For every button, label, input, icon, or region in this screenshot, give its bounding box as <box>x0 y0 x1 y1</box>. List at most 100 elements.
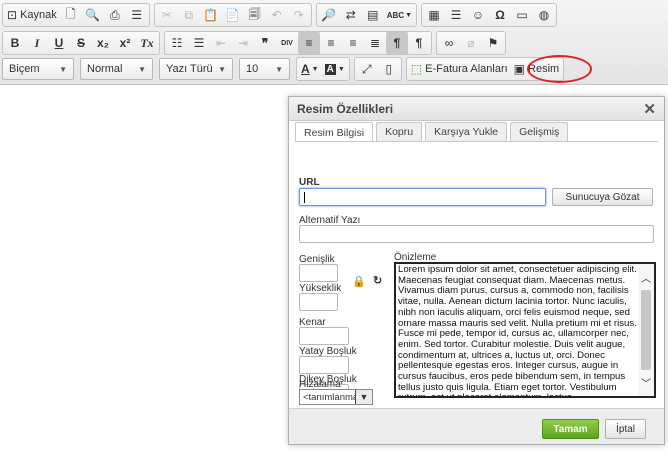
replace-button[interactable]: ⇄ <box>340 4 362 26</box>
chevron-down-icon: ▼ <box>218 64 226 74</box>
paste-text-button[interactable]: 📄 <box>222 4 244 26</box>
tab-label: Karşıya Yukle <box>434 126 499 138</box>
hspace-input[interactable] <box>299 356 349 374</box>
strike-button[interactable]: S <box>70 32 92 54</box>
superscript-icon: x² <box>119 36 131 50</box>
outdent-icon: ⇤ <box>215 36 227 50</box>
spellcheck-button[interactable]: ABC ▼ <box>384 4 415 26</box>
border-input[interactable] <box>299 327 349 345</box>
special-char-button[interactable]: Ω <box>489 4 511 26</box>
underline-button[interactable]: U <box>48 32 70 54</box>
subscript-icon: x₂ <box>96 36 109 50</box>
url-input[interactable] <box>299 188 546 206</box>
source-button[interactable]: ⊡ Kaynak <box>4 4 60 26</box>
italic-icon: I <box>34 35 40 50</box>
width-input[interactable] <box>299 264 338 282</box>
flag-icon: ⚑ <box>487 36 499 50</box>
ltr-icon: ¶ <box>393 36 401 50</box>
font-combo[interactable]: Yazı Türü ▼ <box>159 58 233 80</box>
new-page-button[interactable]: 🗋 <box>60 4 82 26</box>
bulleted-list-icon: ☰ <box>193 36 205 50</box>
italic-button[interactable]: I <box>26 32 48 54</box>
indent-button[interactable]: ⇥ <box>232 32 254 54</box>
tab-image-info[interactable]: Resim Bilgisi <box>295 122 374 142</box>
text-color-button[interactable]: A ▼ <box>298 58 322 80</box>
justify-button[interactable]: ≣ <box>364 32 386 54</box>
reset-size-icon[interactable]: ↻ <box>373 274 382 287</box>
div-button[interactable]: DIV <box>276 32 298 54</box>
chevron-up-icon[interactable]: ︿ <box>641 270 651 285</box>
strike-icon: S <box>76 36 85 50</box>
maximize-button[interactable]: ⤢ <box>356 58 378 80</box>
redo-button[interactable]: ↷ <box>288 4 310 26</box>
rtl-button[interactable]: ¶ <box>408 32 430 54</box>
scrollbar-thumb[interactable] <box>641 290 651 370</box>
cancel-button[interactable]: İptal <box>605 419 646 439</box>
select-all-button[interactable]: ▤ <box>362 4 384 26</box>
preview-scrollbar[interactable]: ︿ ﹀ <box>638 264 654 396</box>
align-center-icon: ≡ <box>327 36 335 50</box>
bg-color-button[interactable]: A ▼ <box>322 58 348 80</box>
print-icon: ⎙ <box>109 7 120 22</box>
paste-word-button[interactable]: 🗐 <box>244 4 266 26</box>
div-icon: DIV <box>281 39 293 47</box>
alt-text-input[interactable] <box>299 225 654 243</box>
dialog-body: Resim Bilgisi Kopru Karşıya Yukle Gelişm… <box>289 121 664 410</box>
tab-advanced[interactable]: Gelişmiş <box>510 122 569 141</box>
show-blocks-button[interactable]: ▯ <box>378 58 400 80</box>
remove-format-button[interactable]: Tx <box>136 32 158 54</box>
cancel-label: İptal <box>616 423 635 435</box>
editing-group: 🔎 ⇄ ▤ ABC ▼ <box>315 3 418 27</box>
anchor-button[interactable]: ⚑ <box>482 32 504 54</box>
globe-button[interactable]: ◍ <box>533 4 555 26</box>
preview-button[interactable]: 🔍 <box>82 4 104 26</box>
tab-link[interactable]: Kopru <box>376 122 423 141</box>
bulleted-list-button[interactable]: ☰ <box>188 32 210 54</box>
size-combo[interactable]: 10 ▼ <box>239 58 290 80</box>
align-center-button[interactable]: ≡ <box>320 32 342 54</box>
align-left-button[interactable]: ≡ <box>298 32 320 54</box>
unlink-button[interactable]: ⌀ <box>460 32 482 54</box>
chevron-down-icon[interactable]: ﹀ <box>641 375 651 390</box>
dialog-titlebar[interactable]: Resim Özellikleri <box>289 97 664 121</box>
browse-server-button[interactable]: Sunucuya Gözat <box>552 188 653 206</box>
dialog-footer: Tamam İptal <box>289 408 664 444</box>
copy-button[interactable]: ⧉ <box>178 4 200 26</box>
align-select[interactable]: <tanımlanmamış> ▼ <box>299 389 373 405</box>
align-right-button[interactable]: ≡ <box>342 32 364 54</box>
smiley-button[interactable]: ☺ <box>467 4 489 26</box>
subscript-button[interactable]: x₂ <box>92 32 114 54</box>
cut-button[interactable]: ✂ <box>156 4 178 26</box>
undo-button[interactable]: ↶ <box>266 4 288 26</box>
ltr-button[interactable]: ¶ <box>386 32 408 54</box>
tab-upload[interactable]: Karşıya Yukle <box>425 122 508 141</box>
numbered-list-button[interactable]: ☷ <box>166 32 188 54</box>
image-icon: ▣ <box>513 62 526 76</box>
height-input[interactable] <box>299 293 338 311</box>
horizontal-rule-button[interactable]: ☰ <box>445 4 467 26</box>
table-button[interactable]: ▦ <box>423 4 445 26</box>
lock-icon[interactable]: 🔒 <box>352 275 366 288</box>
paste-button[interactable]: 📋 <box>200 4 222 26</box>
efatura-button[interactable]: ⬚ E-Fatura Alanları <box>408 58 511 80</box>
bold-button[interactable]: B <box>4 32 26 54</box>
omega-icon: Ω <box>495 8 505 22</box>
unlink-icon: ⌀ <box>467 36 475 50</box>
iframe-button[interactable]: ▭ <box>511 4 533 26</box>
blockquote-button[interactable]: ❞ <box>254 32 276 54</box>
cut-icon: ✂ <box>161 8 172 22</box>
format-combo[interactable]: Normal ▼ <box>80 58 153 80</box>
find-button[interactable]: 🔎 <box>318 4 340 26</box>
link-button[interactable]: ∞ <box>438 32 460 54</box>
size-combo-label: 10 <box>246 63 259 75</box>
ok-button[interactable]: Tamam <box>542 419 599 439</box>
outdent-button[interactable]: ⇤ <box>210 32 232 54</box>
paste-text-icon: 📄 <box>225 8 241 22</box>
align-right-icon: ≡ <box>349 36 357 50</box>
close-icon[interactable]: ✕ <box>643 100 656 118</box>
superscript-button[interactable]: x² <box>114 32 136 54</box>
clipboard-group: ✂ ⧉ 📋 📄 🗐 ↶ ↷ <box>153 3 312 27</box>
print-button[interactable]: ⎙ <box>104 4 126 26</box>
styles-combo[interactable]: Biçem ▼ <box>2 58 74 80</box>
templates-button[interactable]: ☰ <box>126 4 148 26</box>
